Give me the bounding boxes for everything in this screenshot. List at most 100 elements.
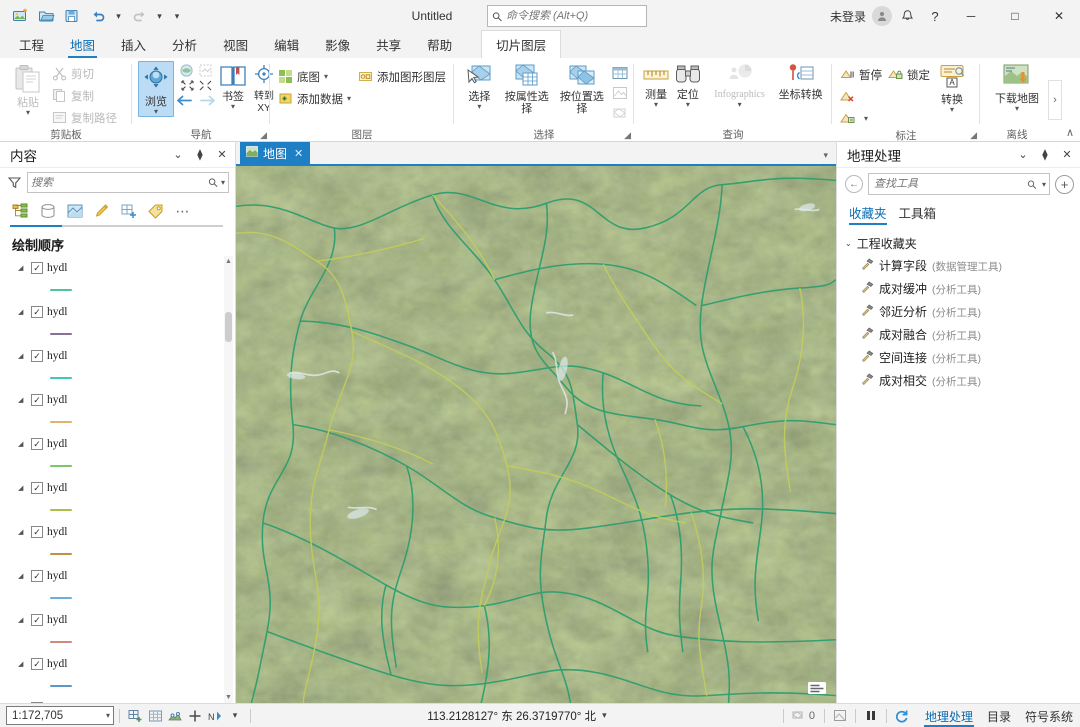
create-map-frame-icon[interactable] — [125, 706, 145, 726]
layer-expander-icon[interactable]: ◢ — [18, 616, 27, 624]
status-tools-caret-icon[interactable]: ▾ — [225, 706, 245, 726]
list-by-snapping-icon[interactable] — [116, 199, 142, 223]
basemap-caret-icon[interactable]: ▾ — [324, 72, 328, 81]
pause-drawing-icon[interactable] — [861, 706, 881, 726]
geoprocessing-tool-item[interactable]: 成对融合 (分析工具) — [845, 323, 1080, 346]
basemap-button[interactable]: 底图 ▾ — [276, 66, 356, 87]
geoprocessing-search-box[interactable]: ▾ — [868, 173, 1050, 195]
ribbon-tab-imagery[interactable]: 影像 — [312, 32, 363, 58]
copy-button[interactable]: 复制 — [50, 85, 122, 106]
scroll-down-icon[interactable]: ▼ — [225, 694, 232, 701]
paste-button[interactable]: 粘贴 ▾ — [6, 61, 50, 117]
geoprocessing-search-caret-icon[interactable]: ▾ — [1040, 180, 1046, 189]
layer-list[interactable]: ◢ ✓ hydl ◢ ✓ hydl ◢ ✓ hydl ◢ ✓ hydl ◢ ✓ hydl ◢ ✓ hydl ◢ ✓ hy… — [0, 256, 235, 703]
attribute-table-icon[interactable] — [612, 63, 628, 82]
close-icon[interactable]: ✕ — [1058, 146, 1076, 164]
add-data-button[interactable]: 添加数据 ▾ — [276, 88, 356, 109]
layer-item[interactable]: ◢✓hydl — [0, 258, 235, 302]
redo-caret-icon[interactable]: ▾ — [153, 5, 166, 27]
ribbon-tab-view[interactable]: 视图 — [210, 32, 261, 58]
measure-caret-icon[interactable]: ▾ — [654, 101, 658, 109]
select-caret-icon[interactable]: ▾ — [477, 103, 481, 111]
layer-symbol-row[interactable] — [8, 542, 235, 566]
list-by-labeling-icon[interactable] — [143, 199, 169, 223]
layer-symbol-row[interactable] — [8, 322, 235, 346]
measure-button[interactable]: 测量 ▾ — [640, 61, 672, 109]
scroll-up-icon[interactable]: ▲ — [225, 258, 232, 265]
layer-row[interactable]: ◢✓hydl — [8, 478, 235, 498]
tab-toolboxes[interactable]: 工具箱 — [899, 203, 937, 225]
layer-expander-icon[interactable]: ◢ — [18, 308, 27, 316]
ribbon-tab-tile-layer[interactable]: 切片图层 — [481, 30, 562, 58]
layer-visibility-checkbox[interactable]: ✓ — [31, 526, 43, 538]
previous-extent-thumb-icon[interactable] — [198, 63, 213, 78]
layer-item[interactable]: ◢✓hydl — [0, 654, 235, 698]
coordinate-conversion-button[interactable]: 坐标转换 — [775, 61, 826, 101]
contents-search-caret-icon[interactable]: ▾ — [221, 178, 225, 187]
layer-visibility-checkbox[interactable]: ✓ — [31, 394, 43, 406]
clear-labeling-button[interactable] — [838, 86, 930, 107]
full-extent-icon[interactable] — [179, 63, 194, 78]
pin-icon[interactable]: ⧫ — [191, 146, 209, 164]
undo-icon[interactable] — [86, 4, 110, 28]
fixed-zoom-out-icon[interactable] — [198, 79, 213, 92]
layer-symbol-row[interactable] — [8, 630, 235, 654]
bookmarks-button[interactable]: 书签 ▾ — [218, 61, 248, 111]
list-by-editing-icon[interactable] — [89, 199, 115, 223]
ribbon-tab-help[interactable]: 帮助 — [414, 32, 465, 58]
convert-labels-caret-icon[interactable]: ▾ — [950, 106, 954, 114]
navigation-dialog-launcher-icon[interactable]: ◢ — [260, 130, 267, 141]
panel-menu-icon[interactable]: ⌄ — [1014, 146, 1032, 164]
contents-search-box[interactable]: ▾ — [27, 172, 229, 193]
layer-item[interactable]: ◢✓hydl — [0, 434, 235, 478]
avatar[interactable] — [872, 6, 892, 26]
add-tool-icon[interactable]: + — [1055, 174, 1074, 194]
layer-row[interactable]: ◢✓hydl — [8, 434, 235, 454]
map-canvas[interactable] — [236, 166, 836, 703]
layer-expander-icon[interactable]: ◢ — [18, 660, 27, 668]
layer-list-scrollbar[interactable]: ▲ ▼ — [224, 256, 233, 703]
layer-visibility-checkbox[interactable]: ✓ — [31, 570, 43, 582]
layer-list-scroll-thumb[interactable] — [225, 312, 232, 342]
redo-icon[interactable] — [127, 4, 151, 28]
select-button[interactable]: 选择 ▾ — [460, 61, 499, 111]
command-search-box[interactable] — [487, 5, 647, 27]
layer-item[interactable]: ◢✓hydl — [0, 390, 235, 434]
notifications-icon[interactable] — [894, 3, 920, 29]
panel-menu-icon[interactable]: ⌄ — [169, 146, 187, 164]
layer-row[interactable]: ◢✓hydl — [8, 346, 235, 366]
add-graphics-layer-button[interactable]: 添加图形图层 — [356, 66, 451, 87]
dock-tab-symbology[interactable]: 符号系统 — [1018, 706, 1080, 727]
layer-visibility-checkbox[interactable]: ✓ — [31, 262, 43, 274]
map-canvas-wrapper[interactable] — [236, 166, 836, 703]
layer-item[interactable]: ◢✓hydl — [0, 698, 235, 703]
map-extent-icon[interactable] — [830, 706, 850, 726]
cut-button[interactable]: 剪切 — [50, 63, 122, 84]
snapping-icon[interactable] — [165, 706, 185, 726]
ribbon-tab-share[interactable]: 共享 — [363, 32, 414, 58]
contents-search-input[interactable] — [31, 176, 206, 189]
chevron-down-icon[interactable]: ⌄ — [845, 239, 852, 248]
geoprocessing-tool-item[interactable]: 空间连接 (分析工具) — [845, 346, 1080, 369]
download-map-button[interactable]: 下载地图 ▾ — [988, 61, 1046, 113]
layer-row[interactable]: ◢✓hydl — [8, 566, 235, 586]
ribbon-tab-edit[interactable]: 编辑 — [261, 32, 312, 58]
map-overview-badge[interactable] — [806, 677, 828, 697]
dock-tab-geoprocessing[interactable]: 地理处理 — [918, 706, 980, 727]
layer-row[interactable]: ◢✓hydl — [8, 698, 235, 703]
fixed-zoom-in-icon[interactable] — [180, 79, 195, 92]
pause-labeling-button[interactable]: 暂停 — [838, 64, 884, 85]
ribbon-tab-project[interactable]: 工程 — [6, 32, 57, 58]
ribbon-collapse-button[interactable]: ∧ — [1066, 126, 1074, 139]
coordinates-caret-icon[interactable]: ▾ — [602, 710, 607, 721]
new-project-icon[interactable] — [8, 4, 32, 28]
more-labeling-caret-icon[interactable]: ▾ — [864, 114, 868, 123]
project-favorites-group[interactable]: ⌄ 工程收藏夹 — [845, 233, 1080, 254]
clear-selection-icon[interactable] — [612, 103, 628, 122]
layer-expander-icon[interactable]: ◢ — [18, 264, 27, 272]
layer-row[interactable]: ◢✓hydl — [8, 610, 235, 630]
filter-icon[interactable] — [6, 176, 22, 189]
select-by-location-button[interactable]: 按位置选择 — [555, 61, 609, 115]
layer-expander-icon[interactable]: ◢ — [18, 484, 27, 492]
infographics-caret-icon[interactable]: ▾ — [738, 101, 742, 109]
